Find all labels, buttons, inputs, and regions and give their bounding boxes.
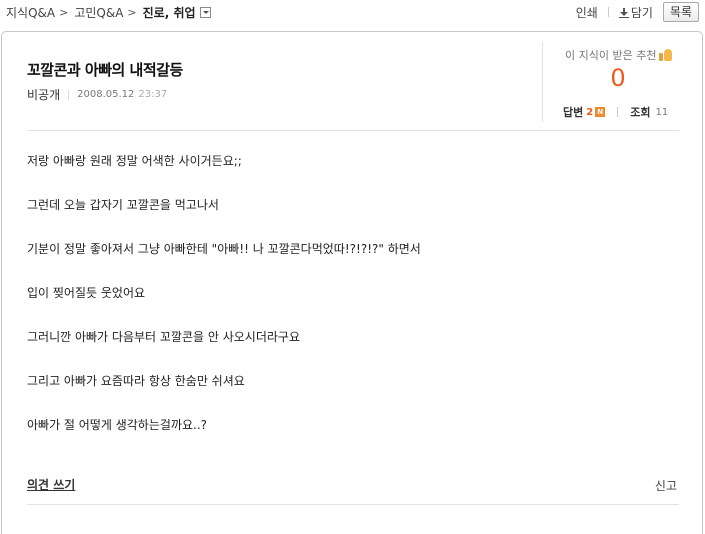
report-link[interactable]: 신고 — [655, 477, 677, 494]
body-paragraph: 저랑 아빠랑 원래 정말 어색한 사이거든요;; — [27, 154, 242, 168]
views-label: 조회 — [630, 106, 651, 119]
recommend-panel: 이 지식이 받은 추천 0 답변 2 N 조회 11 — [542, 42, 692, 122]
answers-label: 답변 — [563, 106, 584, 119]
body-paragraph: 입이 찢어질듯 웃었어요 — [27, 286, 146, 300]
toolbar: 인쇄 담기 목록 — [576, 2, 699, 22]
top-bar: 지식Q&A > 고민Q&A > 진로, 취업 인쇄 담기 목록 — [0, 0, 705, 24]
breadcrumb-current-category[interactable]: 진로, 취업 — [143, 4, 196, 21]
question-title: 꼬깔콘과 아빠의 내적갈등 — [27, 61, 183, 79]
breadcrumb-item-knowledge-qa[interactable]: 지식Q&A — [6, 4, 55, 21]
new-badge: N — [595, 107, 606, 117]
list-button[interactable]: 목록 — [662, 2, 699, 22]
category-dropdown-icon[interactable] — [199, 7, 211, 18]
body-paragraph: 그런데 오늘 갑자기 꼬깔콘을 먹고나서 — [27, 198, 219, 212]
breadcrumb-separator: > — [59, 6, 69, 19]
question-meta: 비공개 2008.05.12 23:37 — [27, 86, 167, 103]
answers-count: 2 — [586, 106, 594, 118]
stats-divider — [617, 107, 619, 117]
recommend-count: 0 — [610, 64, 626, 92]
print-button[interactable]: 인쇄 — [576, 4, 598, 21]
body-paragraph: 아빠가 절 어떻게 생각하는걸까요..? — [27, 418, 208, 432]
breadcrumb-item-worry-qa[interactable]: 고민Q&A — [74, 4, 123, 21]
recommend-label: 이 지식이 받은 추천 — [565, 47, 673, 63]
recommend-label-text: 이 지식이 받은 추천 — [565, 49, 657, 62]
body-paragraph: 그리고 아빠가 요즘따라 항상 한숨만 쉬셔요 — [27, 374, 245, 388]
write-opinion-link[interactable]: 의견 쓰기 — [27, 476, 75, 493]
post-time: 23:37 — [138, 89, 168, 100]
views-count: 11 — [655, 106, 669, 118]
body-paragraph: 그러니깐 아빠가 다음부터 꼬깔콘을 안 사오시더라구요 — [27, 330, 300, 344]
question-card: 꼬깔콘과 아빠의 내적갈등 비공개 2008.05.12 23:37 이 지식이… — [1, 31, 703, 534]
body-paragraph: 기분이 정말 좋아져서 그냥 아빠한테 "아빠!! 나 꼬깔콘다먹었따!?!?!… — [27, 242, 421, 256]
download-icon — [618, 7, 629, 18]
save-label: 담기 — [630, 5, 653, 20]
footer-divider — [27, 504, 679, 505]
header-divider — [27, 130, 679, 131]
toolbar-divider — [607, 7, 609, 17]
breadcrumb-separator: > — [127, 6, 137, 19]
meta-divider — [68, 89, 70, 100]
save-button[interactable]: 담기 — [618, 4, 653, 21]
author-name: 비공개 — [27, 88, 61, 102]
question-stats: 답변 2 N 조회 11 — [563, 104, 668, 120]
breadcrumb: 지식Q&A > 고민Q&A > 진로, 취업 — [6, 4, 211, 21]
post-date: 2008.05.12 — [77, 89, 135, 100]
thumbs-up-icon[interactable] — [659, 48, 673, 62]
question-body: 저랑 아빠랑 원래 정말 어색한 사이거든요;; 그런데 오늘 갑자기 꼬깔콘을… — [27, 152, 677, 460]
